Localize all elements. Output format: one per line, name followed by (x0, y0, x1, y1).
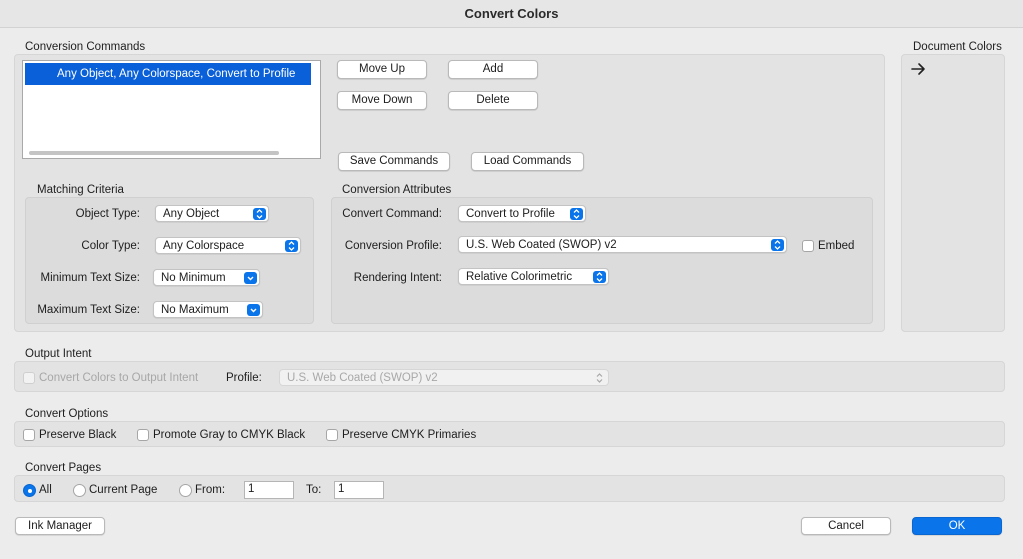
convert-command-value: Convert to Profile (466, 208, 555, 220)
chevron-down-icon (244, 272, 257, 284)
chevron-down-icon (247, 304, 260, 316)
output-profile-value: U.S. Web Coated (SWOP) v2 (287, 372, 438, 384)
color-type-value: Any Colorspace (163, 240, 245, 252)
convert-pages-panel (14, 475, 1005, 502)
output-profile-label: Profile: (226, 372, 262, 384)
current-page-radio[interactable] (73, 484, 86, 497)
all-pages-label: All (39, 484, 52, 496)
min-text-size-label: Minimum Text Size: (40, 272, 140, 284)
conversion-profile-select[interactable]: U.S. Web Coated (SWOP) v2 (458, 236, 787, 253)
list-item[interactable]: Any Object, Any Colorspace, Convert to P… (25, 63, 311, 85)
add-button[interactable]: Add (448, 60, 538, 79)
commands-list[interactable]: Any Object, Any Colorspace, Convert to P… (22, 60, 321, 159)
chevron-updown-icon (285, 240, 298, 252)
conversion-profile-label: Conversion Profile: (344, 240, 442, 252)
chevron-updown-icon (771, 239, 784, 251)
arrow-right-icon (911, 63, 925, 75)
min-text-size-value: No Minimum (161, 272, 226, 284)
to-page-input[interactable]: 1 (334, 481, 384, 499)
min-text-size-select[interactable]: No Minimum (153, 269, 260, 286)
convert-to-output-intent-label: Convert Colors to Output Intent (39, 372, 199, 384)
max-text-size-value: No Maximum (161, 304, 229, 316)
convert-command-select[interactable]: Convert to Profile (458, 205, 586, 222)
promote-gray-label: Promote Gray to CMYK Black (153, 429, 306, 441)
document-colors-label: Document Colors (913, 41, 1002, 53)
ok-button[interactable]: OK (912, 517, 1002, 535)
from-radio[interactable] (179, 484, 192, 497)
all-pages-radio[interactable] (23, 484, 36, 497)
move-up-button[interactable]: Move Up (337, 60, 427, 79)
save-commands-button[interactable]: Save Commands (338, 152, 450, 171)
object-type-select[interactable]: Any Object (155, 205, 269, 222)
convert-command-label: Convert Command: (342, 208, 442, 220)
conversion-profile-value: U.S. Web Coated (SWOP) v2 (466, 239, 617, 251)
cancel-button[interactable]: Cancel (801, 517, 891, 535)
current-page-label: Current Page (89, 484, 158, 496)
preserve-black-checkbox[interactable] (23, 429, 35, 441)
list-scrollbar[interactable] (29, 151, 279, 155)
from-page-input[interactable]: 1 (244, 481, 294, 499)
max-text-size-select[interactable]: No Maximum (153, 301, 263, 318)
chevron-updown-icon (593, 271, 606, 283)
color-type-select[interactable]: Any Colorspace (155, 237, 301, 254)
conversion-attributes-label: Conversion Attributes (342, 184, 452, 196)
preserve-black-label: Preserve Black (39, 429, 117, 441)
rendering-intent-select[interactable]: Relative Colorimetric (458, 268, 609, 285)
move-down-button[interactable]: Move Down (337, 91, 427, 110)
delete-button[interactable]: Delete (448, 91, 538, 110)
embed-label: Embed (818, 240, 855, 252)
convert-pages-label: Convert Pages (25, 462, 102, 474)
convert-options-label: Convert Options (25, 408, 109, 420)
chevron-updown-icon (595, 372, 604, 389)
convert-to-output-intent-checkbox[interactable] (23, 372, 35, 384)
document-colors-panel (901, 54, 1005, 332)
chevron-updown-icon (253, 208, 266, 220)
rendering-intent-value: Relative Colorimetric (466, 271, 573, 283)
color-type-label: Color Type: (81, 240, 140, 252)
matching-criteria-label: Matching Criteria (37, 184, 124, 196)
ink-manager-button[interactable]: Ink Manager (15, 517, 105, 535)
output-profile-select[interactable]: U.S. Web Coated (SWOP) v2 (279, 369, 609, 386)
window-title: Convert Colors (0, 0, 1023, 28)
load-commands-button[interactable]: Load Commands (471, 152, 584, 171)
chevron-updown-icon (570, 208, 583, 220)
object-type-label: Object Type: (75, 208, 140, 220)
rendering-intent-label: Rendering Intent: (353, 272, 442, 284)
max-text-size-label: Maximum Text Size: (37, 304, 140, 316)
from-label: From: (195, 484, 226, 496)
object-type-value: Any Object (163, 208, 220, 220)
preserve-primaries-checkbox[interactable] (326, 429, 338, 441)
promote-gray-checkbox[interactable] (137, 429, 149, 441)
output-intent-label: Output Intent (25, 348, 92, 360)
embed-checkbox[interactable] (802, 240, 814, 252)
conversion-commands-label: Conversion Commands (25, 41, 146, 53)
to-label: To: (306, 484, 322, 496)
preserve-primaries-label: Preserve CMYK Primaries (342, 429, 477, 441)
